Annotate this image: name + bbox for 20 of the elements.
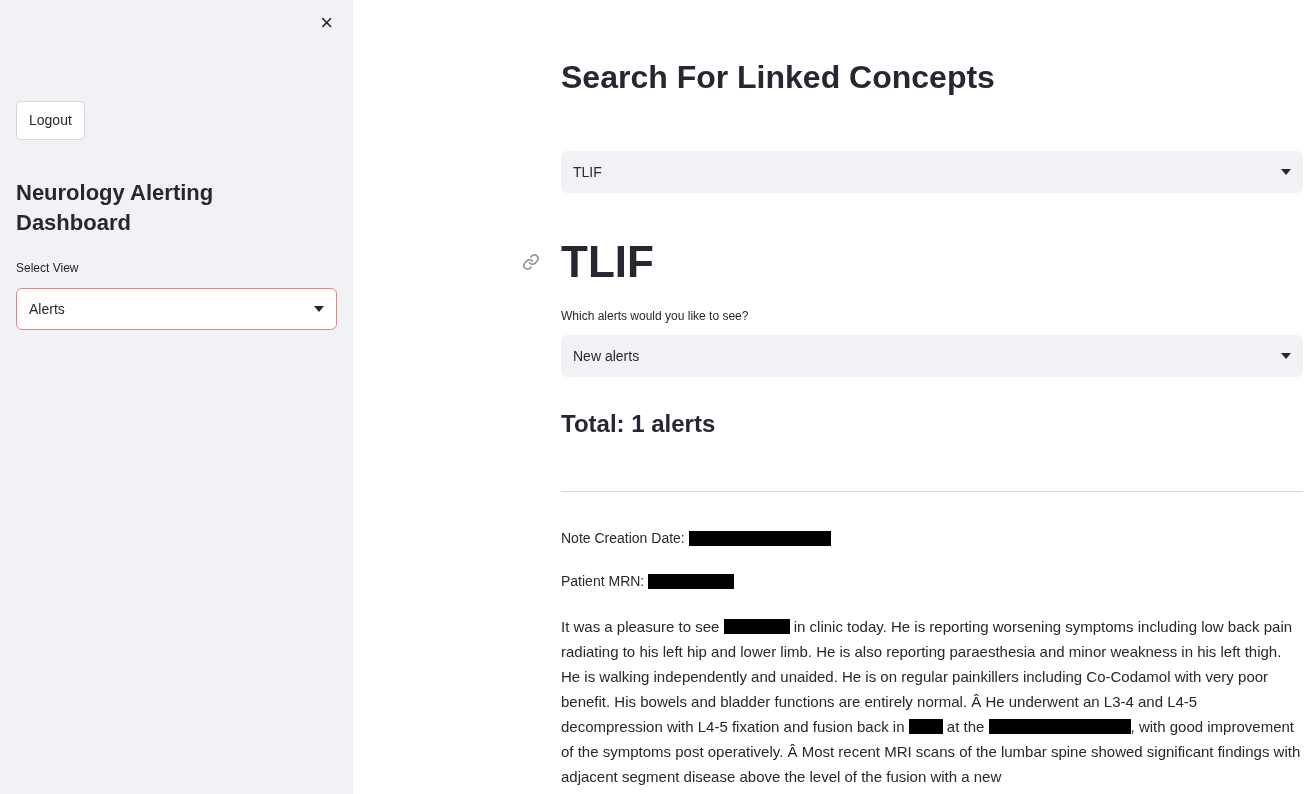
- field-label: Patient MRN:: [561, 572, 645, 591]
- select-label: Select View: [16, 260, 80, 277]
- page-title: Search For Linked Concepts: [561, 58, 996, 97]
- caret-icon: [1281, 169, 1291, 175]
- close-button[interactable]: ×: [316, 12, 337, 34]
- logout-button[interactable]: Logout: [16, 101, 85, 140]
- total-count: Total: 1 alerts: [561, 409, 717, 439]
- caret-icon: [1281, 353, 1291, 359]
- concept-select[interactable]: TLIF: [561, 151, 1303, 193]
- redaction-bar: [723, 619, 790, 634]
- view-select[interactable]: Alerts: [16, 288, 337, 330]
- field-label: Note Creation Date:: [561, 529, 685, 548]
- link-icon[interactable]: [522, 253, 540, 271]
- redaction-bar: [908, 719, 943, 734]
- dashboard-title: Neurology Alerting Dashboard: [16, 179, 215, 237]
- note-text: It was a pleasure to see in clinic today. He is reporting worsening symptoms including low back pain radiating to his left hip and lower limb. He is also reporting paraesthesia and minor weakness in his left thigh. He is walking independently and unaided. He is on regular painkillers including Co-Codamol with very poor benefit. His bowels and bladder functions are entirely normal. Â He underwent an L3-4 and L4-5 decompression with L4-5 fixation and fusion back in at the , with good improvement of the symptoms post operatively. Â Most recent MRI scans of the lumbar spine showed significant findings with adjacent segment disease above the level of the fusion with a new: [561, 617, 1302, 787]
- concept-heading: TLIF: [561, 237, 655, 287]
- select-label: Which alerts would you like to see?: [561, 308, 750, 325]
- caret-icon: [314, 306, 324, 312]
- alerts-select[interactable]: New alerts: [561, 335, 1303, 377]
